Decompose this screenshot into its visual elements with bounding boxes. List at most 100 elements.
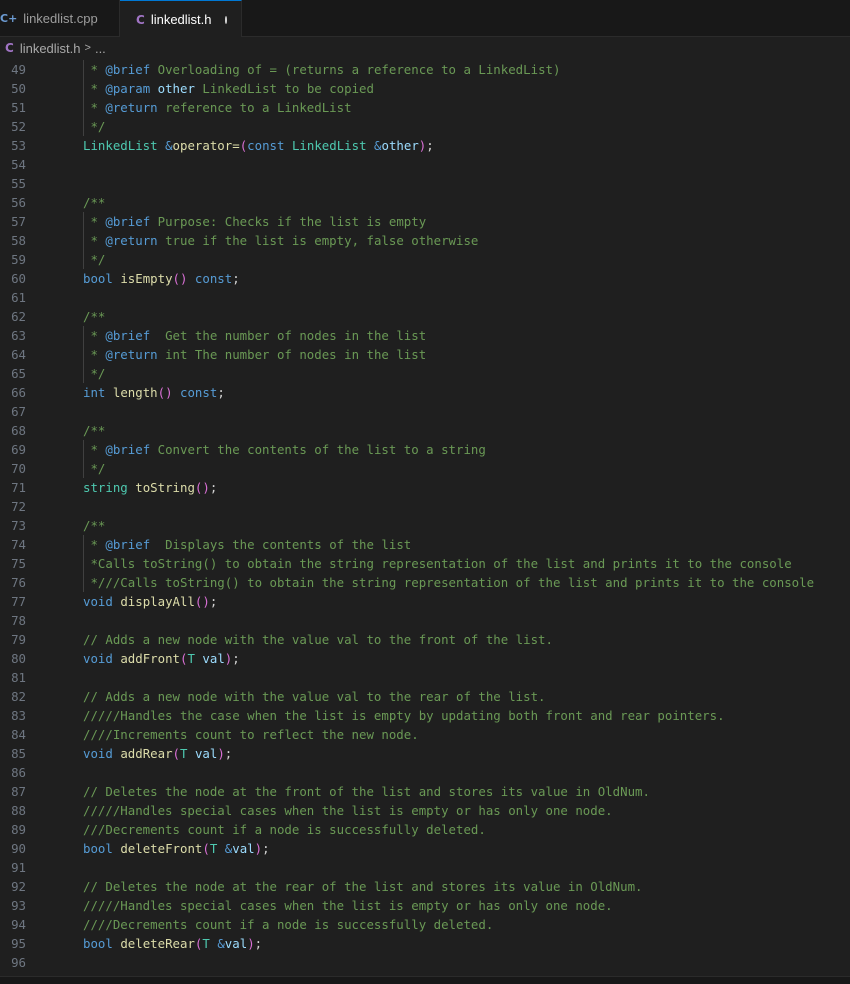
code-line[interactable]: 80 void addFront(T val);	[0, 649, 850, 668]
code-line[interactable]: 96	[0, 953, 850, 972]
code-token: bool	[83, 271, 113, 286]
line-number: 55	[11, 176, 26, 191]
code-token: const	[247, 138, 285, 153]
code-line[interactable]: 55	[0, 174, 850, 193]
line-number: 83	[11, 708, 26, 723]
line-number: 85	[11, 746, 26, 761]
code-line[interactable]: 60 bool isEmpty() const;	[0, 269, 850, 288]
line-number: 74	[11, 537, 26, 552]
code-line[interactable]: 93 /////Handles special cases when the li…	[0, 896, 850, 915]
breadcrumb-file[interactable]: linkedlist.h	[20, 41, 81, 56]
code-line[interactable]: 58 * @return true if the list is empty, …	[0, 231, 850, 250]
code-line[interactable]: 94 ////Decrements count if a node is succ…	[0, 915, 850, 934]
code-line[interactable]: 83 /////Handles the case when the list is…	[0, 706, 850, 725]
code-line[interactable]: 49 * @brief Overloading of = (returns a …	[0, 60, 850, 79]
code-line[interactable]: 64 * @return int The number of nodes in …	[0, 345, 850, 364]
code-line[interactable]: 69 * @brief Convert the contents of the …	[0, 440, 850, 459]
code-line[interactable]: 67	[0, 402, 850, 421]
code-line[interactable]: 85 void addRear(T val);	[0, 744, 850, 763]
code-token: true if the list is empty, false otherwi…	[157, 233, 479, 248]
breadcrumb-symbols[interactable]: ...	[95, 41, 106, 56]
line-number: 58	[11, 233, 26, 248]
code-line[interactable]: 73 /**	[0, 516, 850, 535]
code-token: val	[224, 936, 248, 951]
code-line[interactable]: 66 int length() const;	[0, 383, 850, 402]
code-line[interactable]: 82 // Adds a new node with the value val …	[0, 687, 850, 706]
code-token: int The number of nodes in the list	[157, 347, 427, 362]
code-line[interactable]: 61	[0, 288, 850, 307]
code-line[interactable]: 89 ///Decrements count if a node is succe…	[0, 820, 850, 839]
code-line[interactable]: 79 // Adds a new node with the value val …	[0, 630, 850, 649]
code-line[interactable]: 90 bool deleteFront(T &val);	[0, 839, 850, 858]
code-token: Displays the contents of the list	[150, 537, 412, 552]
code-line[interactable]: 87 // Deletes the node at the front of th…	[0, 782, 850, 801]
code-token: ()	[172, 271, 188, 286]
code-line[interactable]: 72	[0, 497, 850, 516]
code-text: *Calls toString() to obtain the string r…	[83, 554, 791, 573]
line-number: 89	[11, 822, 26, 837]
code-line[interactable]: 76 *///Calls toString() to obtain the st…	[0, 573, 850, 592]
code-text: * @return int The number of nodes in the…	[83, 345, 426, 364]
code-token: @brief	[105, 442, 151, 457]
code-line[interactable]: 74 * @brief Displays the contents of the…	[0, 535, 850, 554]
code-line[interactable]: 77 void displayAll();	[0, 592, 850, 611]
code-line[interactable]: 62 /**	[0, 307, 850, 326]
code-text: * @return true if the list is empty, fal…	[83, 231, 478, 250]
code-token: isEmpty	[120, 271, 173, 286]
code-token: const	[180, 385, 218, 400]
code-token: void	[83, 746, 113, 761]
code-line[interactable]: 50 * @param other LinkedList to be copie…	[0, 79, 850, 98]
code-token: ;	[262, 841, 270, 856]
code-token: )	[254, 841, 263, 856]
code-token: Overloading of = (returns a reference to…	[150, 62, 561, 77]
horizontal-scrollbar[interactable]	[0, 976, 850, 984]
code-token: @brief	[105, 537, 151, 552]
line-number: 90	[11, 841, 26, 856]
code-line[interactable]: 56 /**	[0, 193, 850, 212]
code-line[interactable]: 65 */	[0, 364, 850, 383]
code-line[interactable]: 53 LinkedList &operator=(const LinkedList…	[0, 136, 850, 155]
code-token: Convert the contents of the list to a st…	[150, 442, 486, 457]
code-token: ()	[157, 385, 173, 400]
line-number: 88	[11, 803, 26, 818]
code-line[interactable]: 59 */	[0, 250, 850, 269]
line-number: 96	[11, 955, 26, 970]
code-text: // Deletes the node at the rear of the l…	[83, 877, 643, 896]
code-line[interactable]: 51 * @return reference to a LinkedList	[0, 98, 850, 117]
code-line[interactable]: 88 /////Handles special cases when the li…	[0, 801, 850, 820]
code-token: ///Decrements count if a node is success…	[83, 822, 486, 837]
code-token: other	[157, 81, 195, 96]
line-number: 70	[11, 461, 26, 476]
tab-linkedlist-cpp[interactable]: C+ linkedlist.cpp	[0, 0, 120, 37]
code-token: // Adds a new node with the value val to…	[83, 689, 546, 704]
code-token: /////Handles special cases when the list…	[83, 803, 613, 818]
code-token: /**	[83, 423, 106, 438]
code-line[interactable]: 86	[0, 763, 850, 782]
code-line[interactable]: 57 * @brief Purpose: Checks if the list …	[0, 212, 850, 231]
line-number: 77	[11, 594, 26, 609]
code-line[interactable]: 78	[0, 611, 850, 630]
code-line[interactable]: 63 * @brief Get the number of nodes in t…	[0, 326, 850, 345]
line-number: 54	[11, 157, 26, 172]
code-token: int	[83, 385, 106, 400]
unsaved-changes-dot-icon[interactable]	[224, 15, 227, 24]
code-line[interactable]: 91	[0, 858, 850, 877]
code-token: ////Decrements count if a node is succes…	[83, 917, 494, 932]
code-line[interactable]: 71 string toString();	[0, 478, 850, 497]
code-line[interactable]: 54	[0, 155, 850, 174]
code-line[interactable]: 75 *Calls toString() to obtain the strin…	[0, 554, 850, 573]
code-token: val	[232, 841, 255, 856]
code-line[interactable]: 92 // Deletes the node at the rear of the…	[0, 877, 850, 896]
code-line[interactable]: 52 */	[0, 117, 850, 136]
code-token: deleteRear	[120, 936, 195, 951]
code-editor[interactable]: 49 * @brief Overloading of = (returns a …	[0, 60, 850, 976]
code-line[interactable]: 95 bool deleteRear(T &val);	[0, 934, 850, 953]
code-line[interactable]: 68 /**	[0, 421, 850, 440]
code-line[interactable]: 84 ////Increments count to reflect the ne…	[0, 725, 850, 744]
tab-label: linkedlist.cpp	[23, 11, 98, 26]
code-text: /////Handles the case when the list is e…	[83, 706, 725, 725]
code-line[interactable]: 70 */	[0, 459, 850, 478]
code-line[interactable]: 81	[0, 668, 850, 687]
code-text: * @return reference to a LinkedList	[83, 98, 351, 117]
tab-linkedlist-h[interactable]: C linkedlist.h	[120, 0, 242, 38]
